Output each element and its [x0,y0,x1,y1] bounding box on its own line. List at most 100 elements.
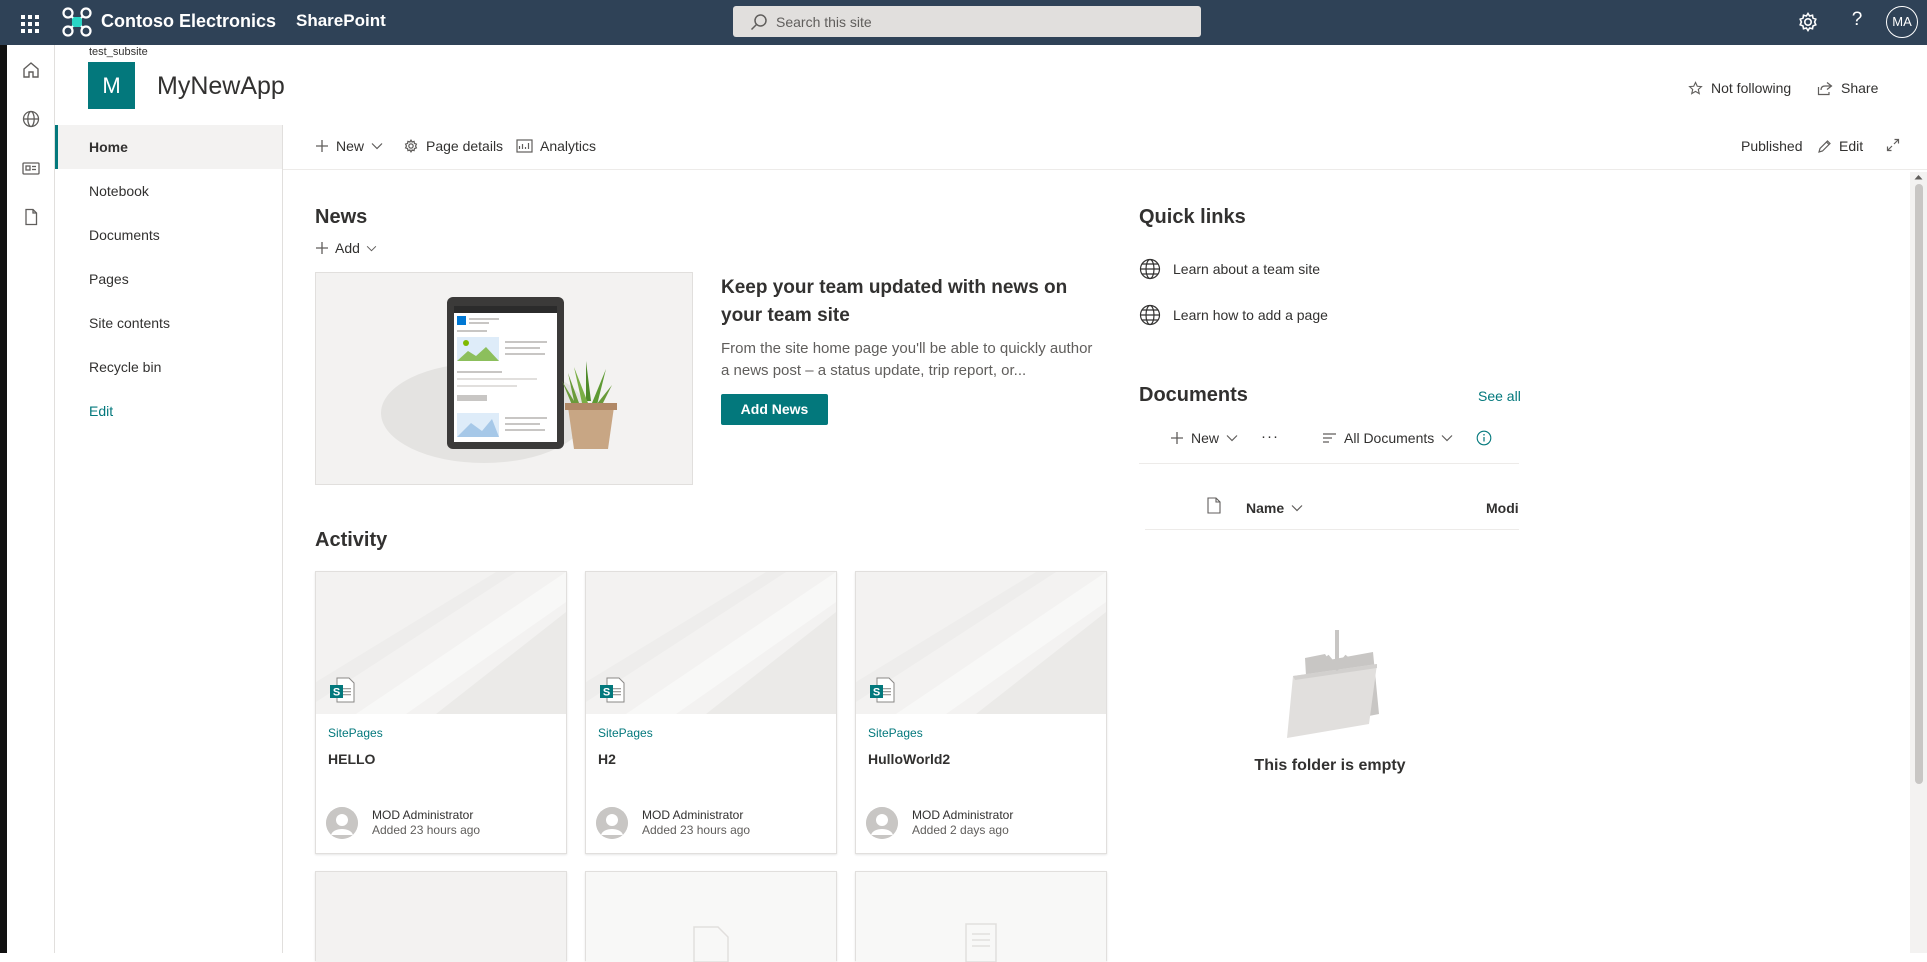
quick-link-item[interactable]: Learn how to add a page [1139,304,1328,326]
view-selector[interactable]: All Documents [1322,430,1453,446]
globe-icon [1139,304,1161,326]
nav-item-home[interactable]: Home [55,125,282,169]
nav-item-recycle-bin[interactable]: Recycle bin [55,345,282,389]
nav-item-documents[interactable]: Documents [55,213,282,257]
page-scrollbar[interactable] [1910,172,1927,953]
chevron-down-icon [366,245,377,252]
gear-icon [403,138,419,154]
modified-column-header[interactable]: Modi [1486,500,1519,516]
card-timestamp: Added 23 hours ago [372,823,481,837]
sharepoint-page-icon: S [598,676,626,704]
plus-icon [315,241,329,255]
sharepoint-page-icon: S [868,676,896,704]
document-icon[interactable] [21,207,41,227]
new-label: New [336,138,365,154]
quick-link-item[interactable]: Learn about a team site [1139,258,1320,280]
new-button[interactable]: New [315,138,383,154]
card-title[interactable]: HELLO [328,751,375,767]
help-icon[interactable]: ? [1844,9,1870,31]
activity-card[interactable] [855,871,1107,962]
analytics-button[interactable]: Analytics [516,138,596,154]
nav-item-notebook[interactable]: Notebook [55,169,282,213]
svg-text:S: S [333,687,340,699]
documents-title: Documents [1139,384,1248,406]
search-box[interactable] [733,6,1201,37]
chevron-down-icon [1291,504,1303,512]
card-title[interactable]: H2 [598,751,616,767]
card-timestamp: Added 2 days ago [912,823,1009,837]
nav-item-site-contents[interactable]: Site contents [55,301,282,345]
page-details-button[interactable]: Page details [403,138,503,154]
site-title[interactable]: MyNewApp [157,72,285,101]
chevron-down-icon [371,142,383,150]
documents-new-button[interactable]: New [1170,430,1238,446]
pencil-icon [1817,139,1832,154]
view-list-icon [1322,432,1337,444]
nav-item-pages[interactable]: Pages [55,257,282,301]
home-icon[interactable] [21,60,41,80]
news-title: News [315,206,368,228]
card-source[interactable]: SitePages [598,726,653,740]
add-news-button[interactable]: Add News [721,394,828,425]
edit-button[interactable]: Edit [1817,138,1863,154]
name-column-header[interactable]: Name [1246,500,1303,516]
scroll-up-icon[interactable] [1914,174,1923,180]
app-name[interactable]: SharePoint [296,11,386,31]
star-icon [1688,80,1703,96]
window-edge [0,45,7,953]
info-icon[interactable] [1476,430,1492,446]
card-thumbnail [316,872,566,962]
card-thumbnail [856,872,1106,962]
news-heading: Keep your team updated with news on your… [721,277,1068,326]
globe-icon[interactable] [21,109,41,129]
share-button[interactable]: Share [1817,80,1878,96]
see-all-link[interactable]: See all [1478,388,1521,404]
app-bar [0,45,55,953]
analytics-label: Analytics [540,138,597,154]
card-title[interactable]: HulloWorld2 [868,751,950,767]
card-author: MOD Administrator [912,808,1014,822]
chevron-down-icon [1226,434,1238,442]
svg-text:S: S [603,687,610,699]
brand-name[interactable]: Contoso Electronics [101,11,276,32]
documents-column-header: Name Modi [1145,490,1519,530]
edit-label: Edit [1839,138,1864,154]
news-add-button[interactable]: Add [315,240,377,256]
author-avatar [326,807,358,839]
activity-title: Activity [315,529,388,551]
suite-bar: Contoso Electronics SharePoint ? MA [0,0,1927,45]
app-launcher-icon[interactable] [14,8,46,37]
sharepoint-page-icon: S [328,676,356,704]
activity-card[interactable]: S SitePages H2 MOD Administrator Added 2… [585,571,837,854]
news-icon[interactable] [21,158,41,178]
subsite-breadcrumb[interactable]: test_subsite [89,46,148,58]
card-source[interactable]: SitePages [328,726,383,740]
plus-icon [1170,431,1184,445]
search-input[interactable] [776,6,1186,37]
site-logo[interactable]: M [88,62,135,109]
card-source[interactable]: SitePages [868,726,923,740]
nav-edit-link[interactable]: Edit [55,389,282,433]
quick-link-label: Learn how to add a page [1173,307,1328,323]
documents-toolbar: New ··· All Documents [1139,424,1519,464]
activity-card[interactable]: S SitePages HulloWorld2 MOD Administrato… [855,571,1107,854]
follow-button[interactable]: Not following [1688,80,1791,96]
card-author: MOD Administrator [372,808,474,822]
settings-gear-icon[interactable] [1795,9,1821,35]
file-type-icon[interactable] [1207,497,1221,514]
analytics-icon [516,139,533,153]
activity-card[interactable] [315,871,567,962]
share-label: Share [1841,80,1879,96]
more-options-icon[interactable]: ··· [1261,428,1279,445]
command-bar: New Page details Analytics Published Edi… [283,125,1927,170]
chevron-down-icon [1441,434,1453,442]
expand-icon[interactable] [1886,138,1900,152]
author-avatar [596,807,628,839]
activity-card[interactable]: S SitePages HELLO MOD Administrator Adde… [315,571,567,854]
activity-card[interactable] [585,871,837,962]
news-description: From the site home page you'll be able t… [721,340,1093,379]
site-navigation: Home Notebook Documents Pages Site conte… [55,125,283,953]
account-avatar[interactable]: MA [1886,6,1918,38]
contoso-logo-icon[interactable] [62,7,92,37]
scroll-thumb[interactable] [1915,184,1923,784]
